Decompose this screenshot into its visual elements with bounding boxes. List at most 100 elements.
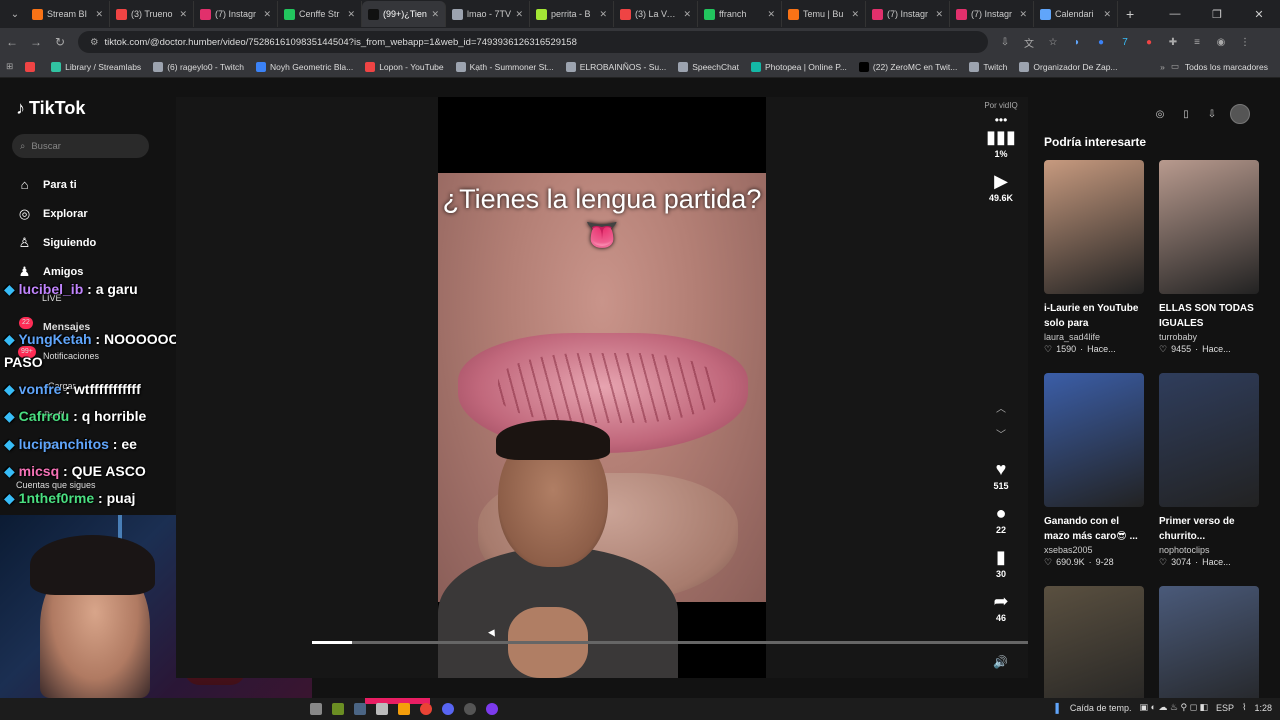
- card-title[interactable]: Primer verso de churrito...: [1159, 514, 1259, 544]
- browser-tab[interactable]: lmao - 7TV ✕: [446, 1, 530, 27]
- bookmark-item[interactable]: Organizador De Zap...: [1019, 61, 1118, 72]
- discord-icon[interactable]: [442, 703, 454, 715]
- restore-icon[interactable]: ❐: [1196, 8, 1238, 21]
- bookmark-item[interactable]: (6) rageylo0 - Twitch: [153, 61, 244, 72]
- url-field[interactable]: ⚙ tiktok.com/@doctor.humber/video/752861…: [78, 31, 988, 53]
- browser-tab[interactable]: Stream BI ✕: [26, 1, 110, 27]
- network-icon[interactable]: ⌇: [1242, 702, 1246, 713]
- search-input[interactable]: ⌕ Buscar: [12, 134, 149, 158]
- chevron-down-icon[interactable]: ﹀: [994, 423, 1008, 449]
- browser-tab[interactable]: Calendari ✕: [1034, 1, 1118, 27]
- tab-close-icon[interactable]: ✕: [683, 9, 691, 20]
- minimize-icon[interactable]: —: [1154, 8, 1196, 20]
- weather-text[interactable]: Caída de temp.: [1070, 703, 1132, 713]
- like-icon[interactable]: ♥: [978, 459, 1024, 479]
- bookmark-icon[interactable]: ▮: [978, 547, 1024, 567]
- forward-icon[interactable]: →: [24, 35, 48, 49]
- extension-3-icon[interactable]: 7: [1118, 35, 1132, 49]
- extension-1-icon[interactable]: ◗: [1070, 35, 1084, 49]
- stats-icon[interactable]: ▮▮▮: [978, 127, 1024, 147]
- browser-tab[interactable]: (99+)¿Tien ✕: [362, 1, 446, 27]
- new-tab-button[interactable]: +: [1118, 6, 1142, 22]
- nav-item[interactable]: ⌂ Para ti: [16, 170, 96, 199]
- all-bookmarks-link[interactable]: Todos los marcadores: [1185, 62, 1268, 72]
- bookmark-item[interactable]: Lopon - YouTube: [365, 61, 444, 72]
- menu-icon[interactable]: ⋮: [1238, 35, 1252, 49]
- browser-tab[interactable]: (7) Instagr ✕: [194, 1, 278, 27]
- video-thumbnail[interactable]: [1159, 160, 1259, 294]
- browser-tab[interactable]: Temu | Bu ✕: [782, 1, 866, 27]
- share-icon[interactable]: ➦: [978, 591, 1024, 611]
- tab-close-icon[interactable]: ✕: [599, 9, 607, 20]
- language-indicator[interactable]: ESP: [1216, 703, 1234, 713]
- bookmark-item[interactable]: Noyh Geometric Bla...: [256, 61, 353, 72]
- play-icon[interactable]: ▶: [978, 171, 1024, 191]
- browser-tab[interactable]: (7) Instagr ✕: [866, 1, 950, 27]
- card-username[interactable]: nophotoclips: [1159, 545, 1259, 555]
- nav-item[interactable]: ♙ Siguiendo: [16, 228, 97, 257]
- comment-icon[interactable]: ●: [978, 503, 1024, 523]
- taskbar-app-1-icon[interactable]: [310, 703, 322, 715]
- download-icon[interactable]: ⇩: [1204, 106, 1220, 122]
- extension-4-icon[interactable]: ●: [1142, 35, 1156, 49]
- weather-icon[interactable]: ▌: [1056, 703, 1062, 713]
- chevron-up-icon[interactable]: ︿: [994, 397, 1008, 423]
- seek-bar[interactable]: [312, 641, 1028, 644]
- tab-close-icon[interactable]: ✕: [1019, 9, 1027, 20]
- more-bookmarks-icon[interactable]: »: [1160, 62, 1165, 72]
- tab-close-icon[interactable]: ✕: [767, 9, 775, 20]
- tab-close-icon[interactable]: ✕: [431, 9, 439, 20]
- taskbar-app-5-icon[interactable]: [398, 703, 410, 715]
- volume-icon[interactable]: 🔊: [993, 655, 1008, 669]
- video-frame[interactable]: ¿Tienes la lengua partida? 👅: [438, 97, 766, 678]
- bookmark-item[interactable]: SpeechChat: [678, 61, 739, 72]
- recommended-video-card[interactable]: i-Laurie en YouTube solo para incomodosl…: [1044, 160, 1144, 355]
- apps-icon[interactable]: ⊞: [6, 61, 13, 72]
- video-thumbnail[interactable]: [1044, 160, 1144, 294]
- card-username[interactable]: turrobaby: [1159, 332, 1259, 342]
- bookmark-item[interactable]: Twitch: [969, 61, 1007, 72]
- media-icon[interactable]: ≡: [1190, 35, 1204, 49]
- taskbar-app-8-icon[interactable]: [464, 703, 476, 715]
- close-window-icon[interactable]: ✕: [1238, 8, 1280, 21]
- tab-close-icon[interactable]: ✕: [935, 9, 943, 20]
- back-icon[interactable]: ←: [0, 35, 24, 49]
- profile-icon[interactable]: ◉: [1214, 35, 1228, 49]
- browser-tab[interactable]: Cenffe Str ✕: [278, 1, 362, 27]
- card-title[interactable]: i-Laurie en YouTube solo para incomodos: [1044, 301, 1144, 331]
- card-title[interactable]: ELLAS SON TODAS IGUALES #turrobab...: [1159, 301, 1259, 331]
- tab-close-icon[interactable]: ✕: [179, 9, 187, 20]
- browser-tab[interactable]: perrita - B ✕: [530, 1, 614, 27]
- site-info-icon[interactable]: ⚙: [90, 37, 99, 48]
- card-title[interactable]: Ganando con el mazo más caro😎 ...: [1044, 514, 1144, 544]
- taskbar-app-9-icon[interactable]: [486, 703, 498, 715]
- taskbar-app-2-icon[interactable]: [332, 703, 344, 715]
- browser-tab[interactable]: (3) Trueno ✕: [110, 1, 194, 27]
- tab-close-icon[interactable]: ✕: [851, 9, 859, 20]
- tab-close-icon[interactable]: ✕: [515, 9, 523, 20]
- install-icon[interactable]: ⇩: [998, 35, 1012, 49]
- taskbar-app-4-icon[interactable]: [376, 703, 388, 715]
- bookmark-item[interactable]: Library / Streamlabs: [51, 61, 141, 72]
- video-player[interactable]: ¿Tienes la lengua partida? 👅 🔊 Por vidIQ…: [176, 97, 1028, 678]
- bookmark-item[interactable]: Kạth - Summoner St...: [455, 61, 554, 72]
- tab-close-icon[interactable]: ✕: [95, 9, 103, 20]
- nav-item[interactable]: ◎ Explorar: [16, 199, 96, 228]
- bookmark-item[interactable]: ELROBAINÑOS - Su...: [565, 61, 666, 72]
- bookmark-item[interactable]: [25, 61, 39, 72]
- device-icon[interactable]: ▯: [1178, 106, 1194, 122]
- card-username[interactable]: laura_sad4life: [1044, 332, 1144, 342]
- star-icon[interactable]: ☆: [1046, 35, 1060, 49]
- bookmark-item[interactable]: (22) ZeroMC en Twit...: [858, 61, 957, 72]
- tray-icons[interactable]: ▣ ◐ ☁ ♨ ⚲ ◻ ◧: [1139, 702, 1208, 713]
- recommended-video-card[interactable]: Primer verso de churrito... nophotoclips ♡…: [1159, 373, 1259, 568]
- card-username[interactable]: xsebas2005: [1044, 545, 1144, 555]
- recommended-video-card[interactable]: Ganando con el mazo más caro😎 ... xsebas2…: [1044, 373, 1144, 568]
- puzzle-icon[interactable]: ✚: [1166, 35, 1180, 49]
- extension-2-icon[interactable]: ●: [1094, 35, 1108, 49]
- tiktok-logo[interactable]: ♪ TikTok: [16, 98, 85, 119]
- clock[interactable]: 1:28: [1254, 703, 1272, 713]
- reload-icon[interactable]: ↻: [48, 35, 72, 49]
- translate-icon[interactable]: 文: [1022, 35, 1036, 50]
- browser-tab[interactable]: (3) La Verd ✕: [614, 1, 698, 27]
